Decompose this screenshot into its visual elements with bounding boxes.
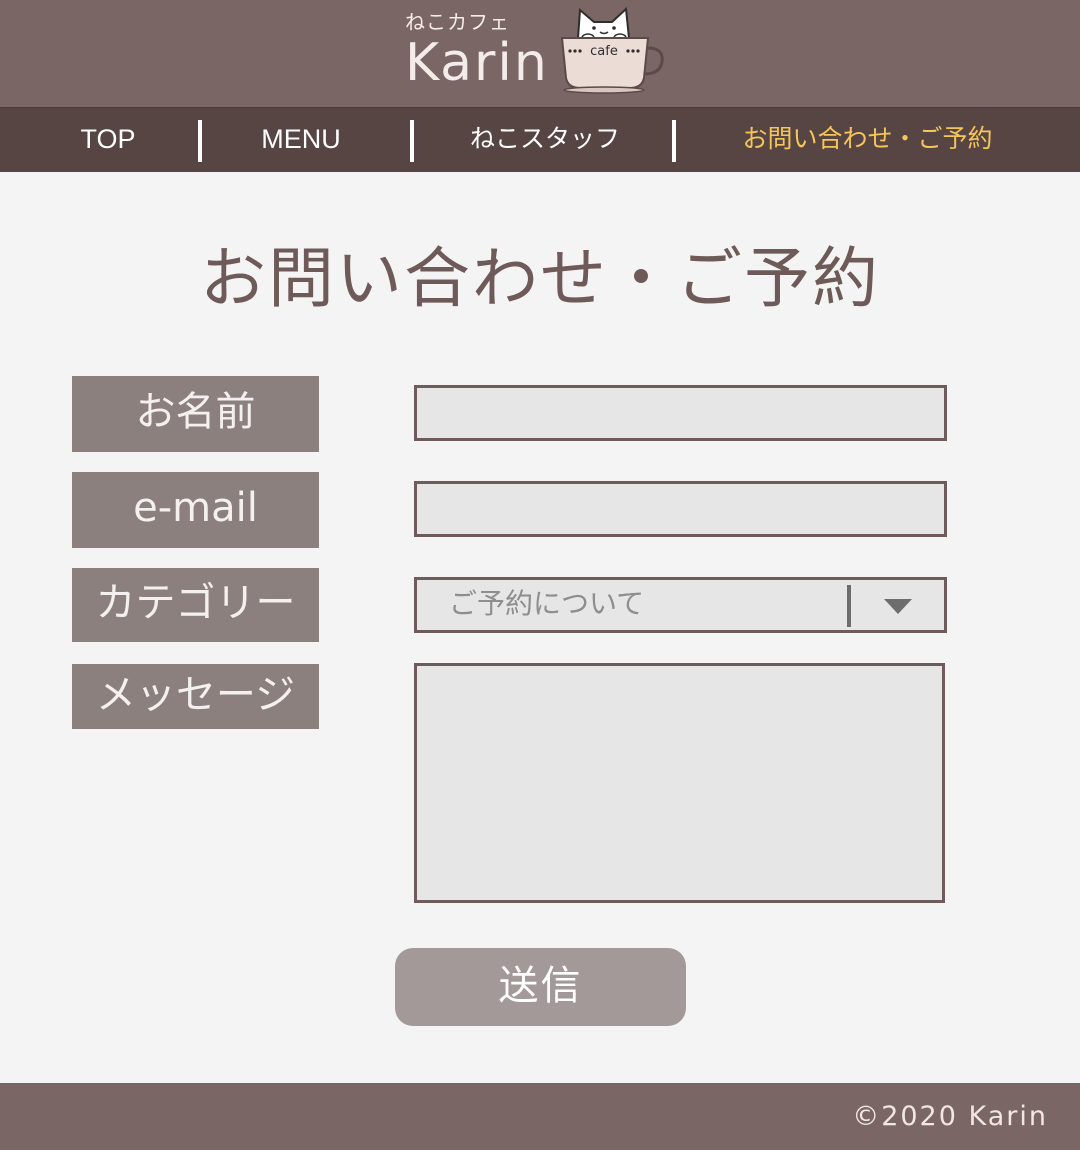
site-footer: ©2020 Karin: [0, 1083, 1080, 1150]
cat-in-coffee-cup-icon: cafe: [560, 6, 664, 94]
logo-subtitle: ねこカフェ: [405, 10, 510, 34]
category-label: カテゴリー: [72, 568, 319, 642]
name-field-wrapper: [414, 385, 947, 441]
nav-item-cat-staff[interactable]: ねこスタッフ: [440, 108, 650, 173]
site-header: ねこカフェ Karin cafe: [0, 0, 1080, 107]
nav-divider: [672, 120, 676, 162]
name-input[interactable]: [417, 388, 944, 438]
message-field-wrapper: [414, 663, 945, 903]
select-divider: [847, 585, 851, 627]
main-nav: TOP MENU ねこスタッフ お問い合わせ・ご予約: [0, 107, 1080, 172]
nav-divider: [410, 120, 414, 162]
page-title: お問い合わせ・ご予約: [200, 240, 880, 317]
nav-item-contact[interactable]: お問い合わせ・ご予約: [700, 108, 1035, 173]
nav-item-top[interactable]: TOP: [40, 108, 176, 173]
category-selected-value: ご予約について: [449, 587, 645, 620]
email-field-wrapper: [414, 481, 947, 537]
cup-label: cafe: [590, 44, 618, 59]
message-textarea[interactable]: [417, 666, 942, 900]
nav-divider: [198, 120, 202, 162]
submit-button[interactable]: 送信: [395, 948, 686, 1026]
name-label: お名前: [72, 376, 319, 452]
category-select[interactable]: ご予約について: [414, 577, 947, 633]
logo-title[interactable]: Karin: [405, 33, 549, 93]
message-label: メッセージ: [72, 664, 319, 729]
copyright-text: ©2020 Karin: [852, 1101, 1048, 1132]
nav-item-menu[interactable]: MENU: [228, 108, 374, 173]
email-input[interactable]: [417, 484, 944, 534]
chevron-down-icon[interactable]: [884, 599, 912, 614]
email-label: e-mail: [72, 472, 319, 548]
